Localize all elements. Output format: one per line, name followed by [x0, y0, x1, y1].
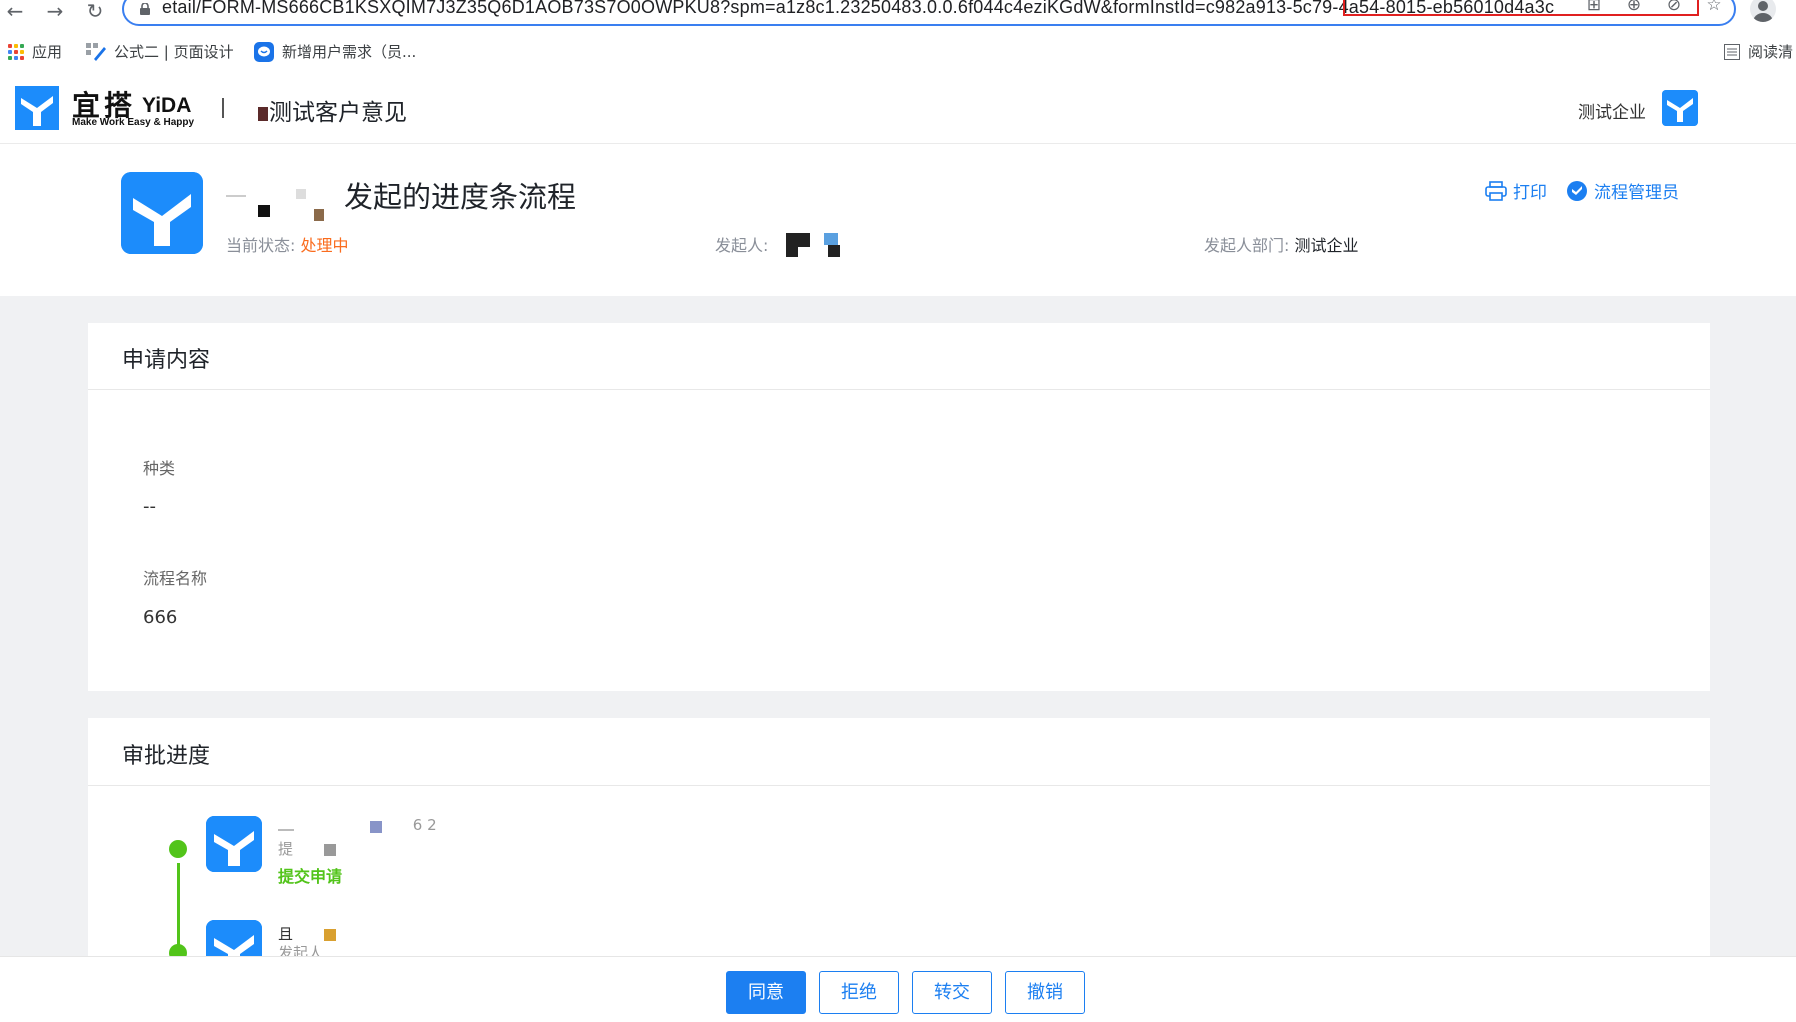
bookmark-label: 公式二 | 页面设计 [114, 43, 234, 61]
lock-icon [140, 3, 150, 15]
star-icon[interactable]: ☆ [1702, 0, 1726, 17]
app-title: 测试客户意见 [258, 93, 407, 127]
step-approver: 且 [278, 923, 336, 944]
dept-field: 发起人部门: 测试企业 [1204, 232, 1359, 256]
dept-value: 测试企业 [1294, 236, 1359, 255]
status-badge: 处理中 [300, 236, 349, 255]
step-avatar-icon [206, 816, 262, 872]
step-action: 提 [278, 840, 294, 858]
profile-avatar-icon[interactable] [1750, 0, 1776, 22]
corp-avatar-icon[interactable] [1662, 90, 1698, 126]
apply-content-section: 申请内容 种类 -- 流程名称 666 [88, 323, 1710, 691]
initiator-avatar [774, 232, 844, 257]
status-field: 当前状态: 处理中 [226, 232, 349, 256]
section-header: 审批进度 [88, 718, 1710, 786]
action-bar: 同意 拒绝 转交 撤销 [0, 956, 1796, 1022]
logo-text-en: YiDA [142, 94, 192, 117]
field-label-category: 种类 [143, 459, 176, 478]
redacted-mark [323, 843, 336, 856]
bookmarks-bar: 应用 公式二 | 页面设计 新增用户需求（员... 阅读清 [0, 34, 1796, 73]
bookmark-apps[interactable]: 应用 [8, 41, 62, 63]
tracking-off-icon[interactable]: ⊘ [1662, 0, 1686, 17]
field-value-process-name: 666 [143, 607, 178, 628]
address-bar[interactable]: etail/FORM-MS666CB1KSXQIM7J3Z35Q6D1AOB73… [122, 0, 1736, 26]
bookmark-formula[interactable]: 公式二 | 页面设计 [86, 41, 234, 63]
reading-list-label: 阅读清 [1748, 43, 1794, 61]
process-avatar-icon [121, 172, 203, 254]
chat-bubble-icon [254, 42, 274, 62]
forward-icon[interactable]: → [42, 0, 68, 24]
step-meta: 6 2 [278, 816, 437, 834]
dept-label: 发起人部门: [1204, 236, 1290, 255]
status-label: 当前状态: [226, 236, 296, 255]
admin-shield-icon [1567, 180, 1587, 201]
redacted-mark [323, 928, 336, 941]
redacted-name [226, 185, 344, 221]
step-action-line: 提 [278, 838, 336, 859]
zoom-icon[interactable]: ⊕ [1622, 0, 1646, 17]
app-header: 宜搭 YiDA Make Work Easy & Happy 测试客户意见 测试… [0, 72, 1796, 144]
redacted-mark [258, 106, 268, 121]
agree-button[interactable]: 同意 [726, 971, 806, 1014]
printer-icon [1485, 180, 1507, 201]
approval-progress-section: 审批进度 6 2 提 提交申请 且 发起人 [88, 718, 1710, 958]
section-title: 审批进度 [122, 744, 211, 769]
transfer-button[interactable]: 转交 [912, 971, 992, 1014]
redacted-step-name [278, 819, 408, 833]
reload-icon[interactable]: ↻ [82, 0, 108, 24]
section-header: 申请内容 [88, 323, 1710, 390]
step-status: 提交申请 [278, 867, 343, 886]
print-button[interactable]: 打印 [1485, 178, 1547, 203]
design-tool-icon [86, 43, 106, 61]
apps-grid-icon [8, 44, 24, 60]
bookmark-label: 应用 [32, 43, 63, 61]
yida-logo-icon[interactable] [15, 86, 59, 130]
browser-toolbar: ← → ↻ etail/FORM-MS666CB1KSXQIM7J3Z35Q6D… [0, 0, 1796, 34]
process-title: 发起的进度条流程 [226, 174, 576, 221]
process-summary: 发起的进度条流程 当前状态: 处理中 发起人: 发起人部门: 测试企业 打印 流… [0, 144, 1796, 296]
header-divider [222, 98, 224, 118]
step-approver-name: 且 [278, 925, 294, 943]
bookmark-user-request[interactable]: 新增用户需求（员... [254, 41, 416, 63]
section-title: 申请内容 [122, 348, 211, 373]
initiator-field: 发起人: [715, 232, 844, 259]
field-value-category: -- [143, 496, 156, 517]
bookmark-label: 新增用户需求（员... [282, 43, 417, 61]
reading-list-icon [1724, 44, 1740, 60]
step-avatar-icon [206, 920, 262, 958]
initiator-label: 发起人: [715, 236, 769, 255]
step-time: 6 2 [412, 816, 437, 834]
logo-slogan: Make Work Easy & Happy [72, 117, 195, 128]
reading-list[interactable]: 阅读清 [1724, 41, 1793, 63]
revoke-button[interactable]: 撤销 [1005, 971, 1085, 1014]
corp-name[interactable]: 测试企业 [1578, 98, 1646, 123]
translate-icon[interactable]: ⊞ [1582, 0, 1606, 17]
timeline-node [169, 840, 187, 858]
back-icon[interactable]: ← [2, 0, 28, 24]
process-admin-button[interactable]: 流程管理员 [1566, 178, 1679, 203]
field-label-process-name: 流程名称 [143, 569, 208, 588]
reject-button[interactable]: 拒绝 [819, 971, 899, 1014]
